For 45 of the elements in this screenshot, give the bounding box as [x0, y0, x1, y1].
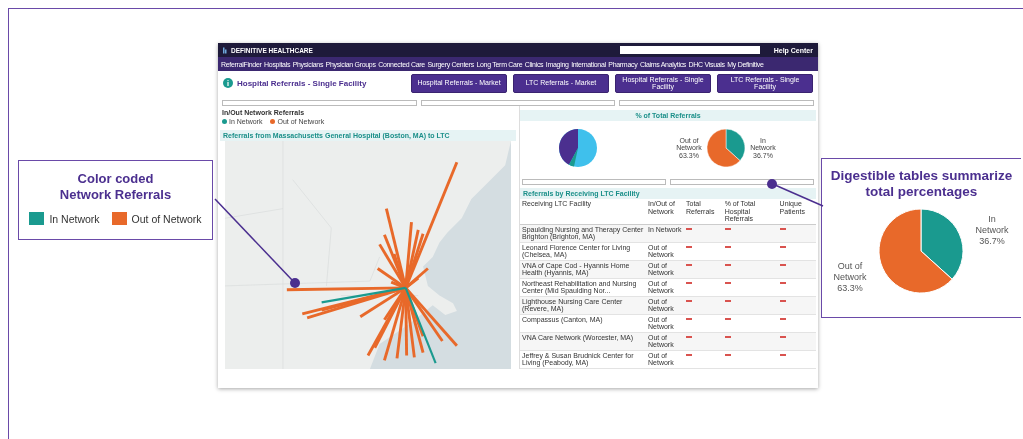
blurred-value [686, 353, 692, 356]
blurred-value [686, 227, 692, 230]
blurred-value [724, 335, 731, 338]
blurred-value [686, 299, 692, 302]
blurred-value [724, 353, 731, 356]
leader-line [774, 184, 824, 207]
dropdown-field[interactable] [222, 100, 417, 106]
search-field[interactable] [619, 46, 760, 54]
blurred-value [724, 263, 731, 266]
callout-dot [290, 278, 300, 288]
blurred-value [779, 299, 786, 302]
blurred-value [724, 317, 731, 320]
blurred-value [779, 317, 786, 320]
blurred-value [724, 245, 731, 248]
legend-label: Out of Network [131, 212, 202, 225]
logo-icon [223, 46, 227, 54]
callout-dot [767, 179, 777, 189]
dropdown-field[interactable] [522, 179, 666, 185]
blurred-value [724, 281, 731, 284]
blurred-value [686, 281, 692, 284]
dropdown-field[interactable] [619, 100, 814, 106]
slice-value: 63.3% [836, 283, 864, 294]
blurred-value [779, 245, 786, 248]
dropdown-field[interactable] [670, 179, 814, 185]
dropdown-field[interactable] [420, 100, 616, 106]
blurred-value [779, 227, 786, 230]
slice-label: Out of Network [833, 261, 867, 282]
blurred-value [779, 353, 786, 356]
blurred-value [779, 263, 786, 266]
blurred-value [686, 245, 692, 248]
blurred-value [724, 299, 731, 302]
slice-value: 36.7% [978, 236, 1006, 247]
pie-chart-drawing [558, 128, 598, 168]
slice-label: In Network [974, 214, 1010, 236]
legend-label: In Network [49, 212, 100, 225]
callout-title: Digestible tables summarize total percentages [829, 168, 1014, 200]
page-title: Hospital Referrals - Single Facility [237, 78, 367, 88]
blurred-value [779, 335, 786, 338]
blurred-value [686, 263, 692, 266]
blurred-value [686, 335, 692, 338]
blurred-value [779, 281, 786, 284]
info-icon [223, 78, 233, 88]
blurred-value [724, 227, 731, 230]
callout-title: Color coded Network Referrals [58, 171, 173, 203]
blurred-value [686, 317, 692, 320]
